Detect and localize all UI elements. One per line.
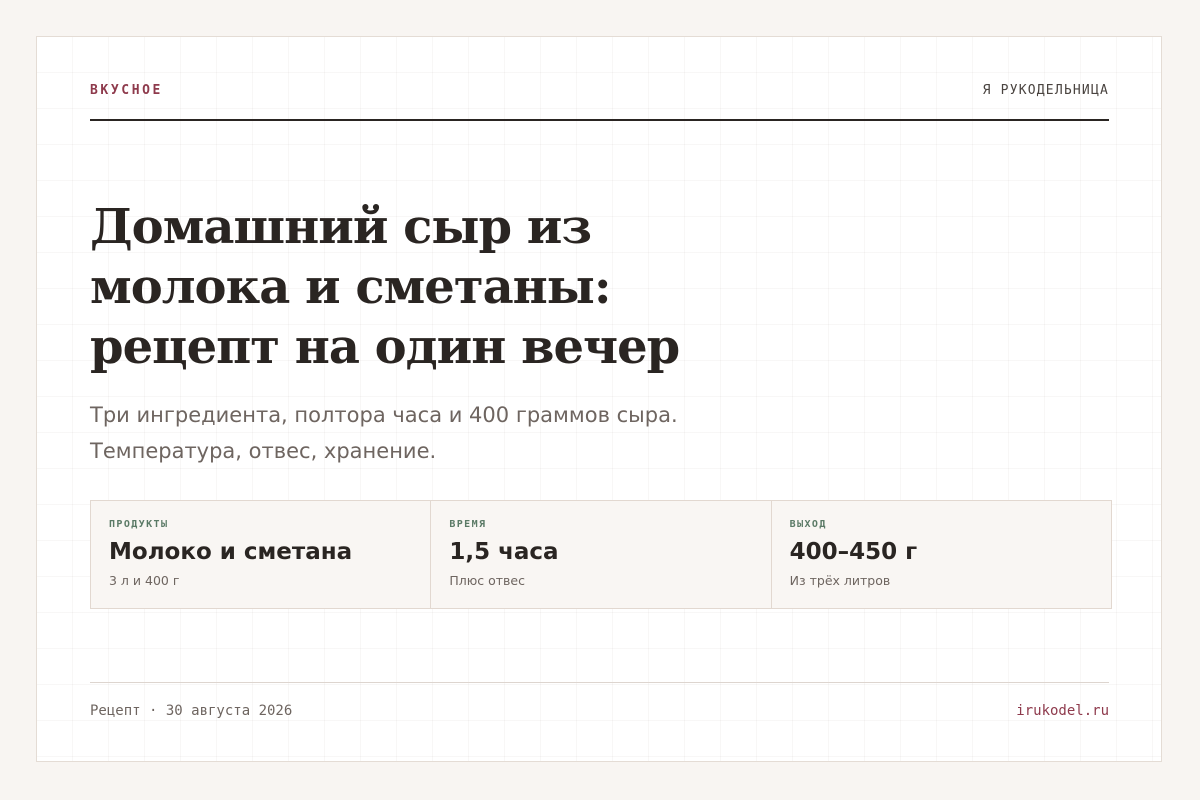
card-footer: Рецепт · 30 августа 2026 irukodel.ru <box>90 682 1109 729</box>
subtitle: Три ингредиента, полтора часа и 400 грам… <box>90 397 790 469</box>
stat-value: 400–450 г <box>789 539 918 565</box>
stat-note: Плюс отвес <box>449 573 525 588</box>
subtitle-line: Температура, отвес, хранение. <box>90 439 437 463</box>
stat-products: ПРОДУКТЫ Молоко и сметана 3 л и 400 г <box>91 501 430 608</box>
stat-value: 1,5 часа <box>449 539 559 565</box>
stat-time: ВРЕМЯ 1,5 часа Плюс отвес <box>430 501 770 608</box>
stat-yield: ВЫХОД 400–450 г Из трёх литров <box>770 501 1111 608</box>
stat-note: 3 л и 400 г <box>109 573 180 588</box>
site-name[interactable]: Я РУКОДЕЛЬНИЦА <box>983 83 1109 98</box>
card-header: ВКУСНОЕ Я РУКОДЕЛЬНИЦА <box>90 83 1109 121</box>
stat-note: Из трёх литров <box>789 573 891 588</box>
publish-meta: Рецепт · 30 августа 2026 <box>90 703 293 719</box>
stat-label: ВЫХОД <box>789 519 827 530</box>
site-domain-link[interactable]: irukodel.ru <box>1016 703 1109 719</box>
subtitle-line: Три ингредиента, полтора часа и 400 грам… <box>90 403 678 427</box>
page-title: Домашний сыр из молока и сметаны: рецепт… <box>90 199 680 375</box>
recipe-stats: ПРОДУКТЫ Молоко и сметана 3 л и 400 г ВР… <box>90 500 1112 609</box>
stat-label: ПРОДУКТЫ <box>109 519 169 530</box>
article-card: ВКУСНОЕ Я РУКОДЕЛЬНИЦА Домашний сыр из м… <box>36 36 1162 762</box>
stat-value: Молоко и сметана <box>109 539 353 565</box>
stat-label: ВРЕМЯ <box>449 519 487 530</box>
section-label[interactable]: ВКУСНОЕ <box>90 83 163 98</box>
